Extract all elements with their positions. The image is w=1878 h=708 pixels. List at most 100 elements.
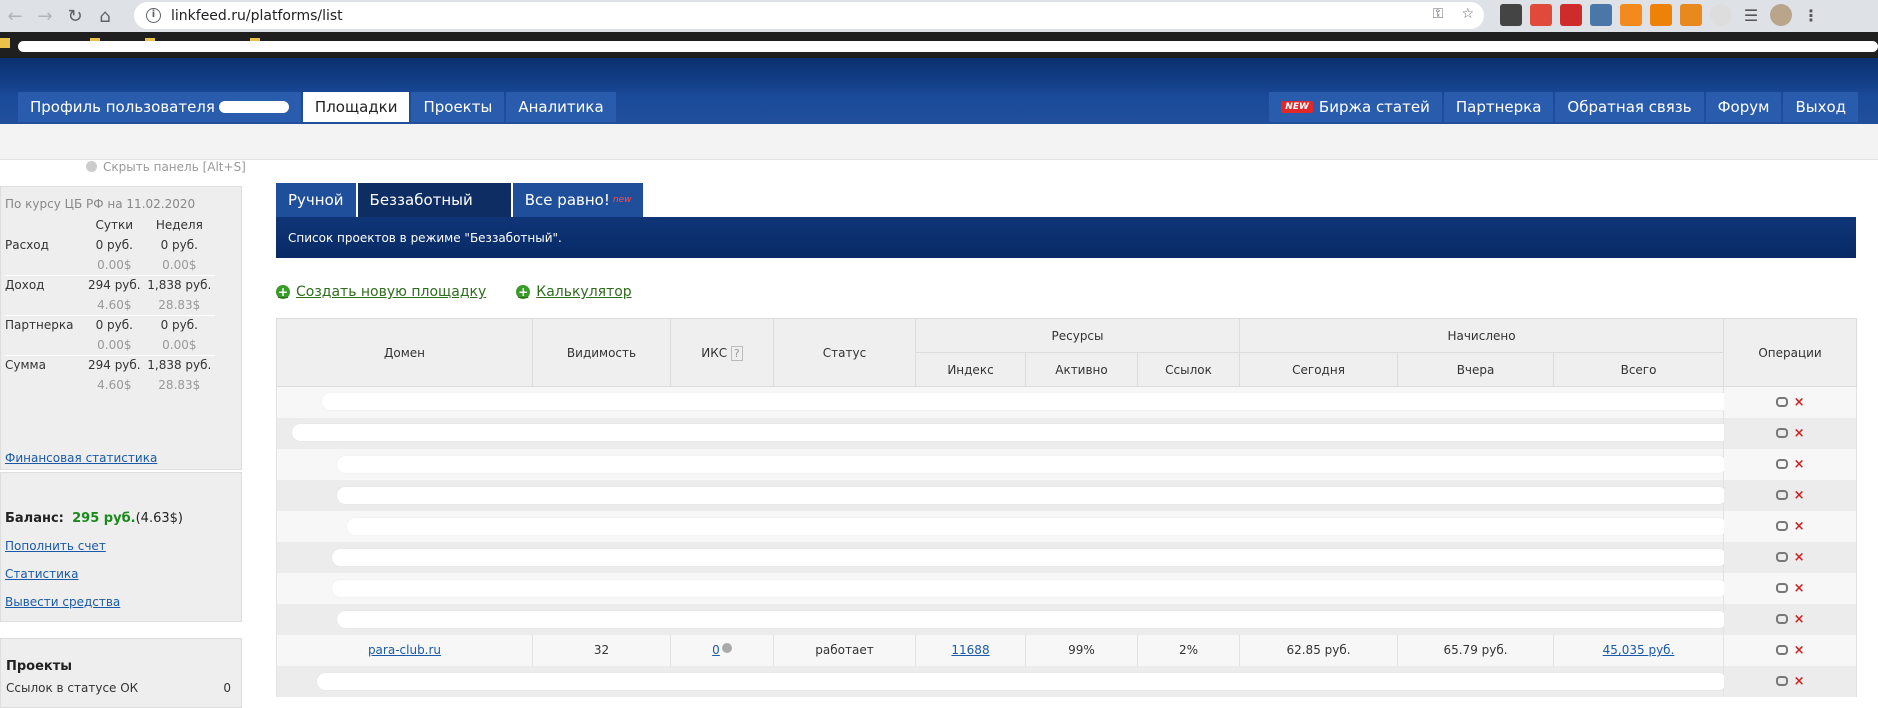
create-platform-button[interactable]: + Создать новую площадку [276,284,486,300]
today-value: 62.85 руб. [1239,634,1399,666]
rate-note: По курсу ЦБ РФ на 11.02.2020 [5,197,196,211]
plus-icon: + [516,285,531,299]
value-usd: 28.83$ [158,378,201,392]
gear-icon[interactable] [721,643,732,653]
delete-icon[interactable]: × [1794,581,1805,596]
extension-icon[interactable] [1500,4,1522,26]
iks-cell: 0 [670,634,774,666]
menu-analytics[interactable]: Аналитика [506,92,616,122]
menu-profile[interactable]: Профиль пользователя [18,92,301,122]
domain-link[interactable]: para-club.ru [368,643,441,657]
index-link[interactable]: 11688 [951,643,989,657]
statistics-link[interactable]: Статистика [5,567,79,581]
extension-icon[interactable] [1530,4,1552,26]
col-today[interactable]: Сегодня [1239,352,1399,387]
link-icon[interactable] [1775,583,1788,593]
link-icon[interactable] [1775,614,1788,624]
col-status[interactable]: Статус [773,318,916,387]
link-icon[interactable] [1775,645,1788,655]
value: 0 руб. [95,238,133,252]
col-active[interactable]: Активно [1025,352,1138,387]
col-visibility[interactable]: Видимость [532,318,671,387]
link-icon[interactable] [1775,490,1788,500]
delete-icon[interactable]: × [1794,426,1805,441]
withdraw-link[interactable]: Вывести средства [5,595,120,609]
col-iks[interactable]: ИКС ? [670,318,774,387]
total-link[interactable]: 45,035 руб. [1603,643,1675,657]
playlist-icon[interactable]: ☰ [1740,4,1762,26]
delete-icon[interactable]: × [1794,519,1805,534]
financial-stats-link[interactable]: Финансовая статистика [5,451,157,465]
vk-icon[interactable] [1590,4,1612,26]
tab-manual[interactable]: Ручной [276,183,356,217]
shield-icon[interactable] [1710,4,1732,26]
col-total[interactable]: Всего [1553,352,1725,387]
link-icon[interactable] [1775,459,1788,469]
site-info-icon[interactable]: i [146,8,161,23]
odnoklassniki-icon[interactable] [1650,4,1672,26]
col-operations: Операции [1723,318,1858,387]
projects-title: Проекты [6,659,73,674]
address-bar[interactable]: i linkfeed.ru/platforms/list ⚿ ☆ [134,2,1484,29]
subheader-strip [0,124,1878,160]
table-row: × [275,448,1858,480]
col-domain[interactable]: Домен [276,318,533,387]
menu-article-exchange[interactable]: NEW Биржа статей [1269,92,1442,122]
rss-icon[interactable] [1620,4,1642,26]
delete-icon[interactable]: × [1794,612,1805,627]
folder-icon[interactable] [0,38,10,48]
value-usd: 4.60$ [97,378,132,392]
value-usd: 4.60$ [85,295,144,316]
table-row: para-club.ru 32 0 работает 11688 99% 2% … [276,634,1858,666]
link-icon[interactable] [1775,552,1788,562]
value-usd: 0.00$ [143,255,215,276]
menu-platforms[interactable]: Площадки [302,92,410,122]
row-label: Доход [5,278,45,293]
actions: + Создать новую площадку + Калькулятор [276,284,632,300]
key-icon[interactable]: ⚿ [1433,6,1444,22]
delete-icon[interactable]: × [1794,550,1805,565]
help-icon[interactable]: ? [730,345,743,361]
calculator-button[interactable]: + Калькулятор [516,284,632,300]
delete-icon[interactable]: × [1794,674,1805,689]
adblock-icon[interactable] [1560,4,1582,26]
delete-icon[interactable]: × [1794,395,1805,410]
redaction [347,517,1727,535]
delete-icon[interactable]: × [1794,643,1805,658]
col-yesterday[interactable]: Вчера [1397,352,1555,387]
avatar[interactable] [1770,4,1792,26]
forward-icon[interactable]: → [30,1,60,31]
link-icon[interactable] [1775,428,1788,438]
weather-icon[interactable] [1680,4,1702,26]
col-links[interactable]: Ссылок [1136,352,1241,387]
table-row: × [275,510,1858,542]
delete-icon[interactable]: × [1794,457,1805,472]
finance-table: Сутки Неделя Расход 0 руб. 0 руб. 0.00$ … [5,215,215,395]
iks-link[interactable]: 0 [712,643,720,657]
menu-projects[interactable]: Проекты [411,92,505,122]
link-icon[interactable] [1775,397,1788,408]
tab-carefree[interactable]: Беззаботный [357,183,511,217]
back-icon[interactable]: ← [0,1,30,31]
tab-whatever[interactable]: Все равно! new [512,183,644,217]
bookmarks-bar [0,32,1878,58]
table-row: × [275,417,1858,449]
col-index[interactable]: Индекс [915,352,1026,387]
link-icon[interactable] [1775,676,1788,686]
star-icon[interactable]: ☆ [1461,6,1474,22]
delete-icon[interactable]: × [1794,488,1805,503]
hide-panel-button[interactable]: Скрыть панель [Alt+S] [86,160,246,174]
menu-forum[interactable]: Форум [1705,92,1782,122]
reload-icon[interactable]: ↻ [60,1,90,31]
menu-logout[interactable]: Выход [1783,92,1858,122]
link-icon[interactable] [1775,521,1788,531]
table-row: × [275,572,1858,604]
mode-banner: Список проектов в режиме "Беззаботный". [276,217,1856,258]
secondary-menu: NEW Биржа статей Партнерка Обратная связ… [1269,92,1858,124]
menu-feedback[interactable]: Обратная связь [1555,92,1704,122]
menu-partner[interactable]: Партнерка [1443,92,1554,122]
top-up-link[interactable]: Пополнить счет [5,539,106,553]
menu-icon[interactable]: ⋮ [1800,4,1822,26]
table-row: × [275,479,1858,511]
home-icon[interactable]: ⌂ [90,1,120,31]
